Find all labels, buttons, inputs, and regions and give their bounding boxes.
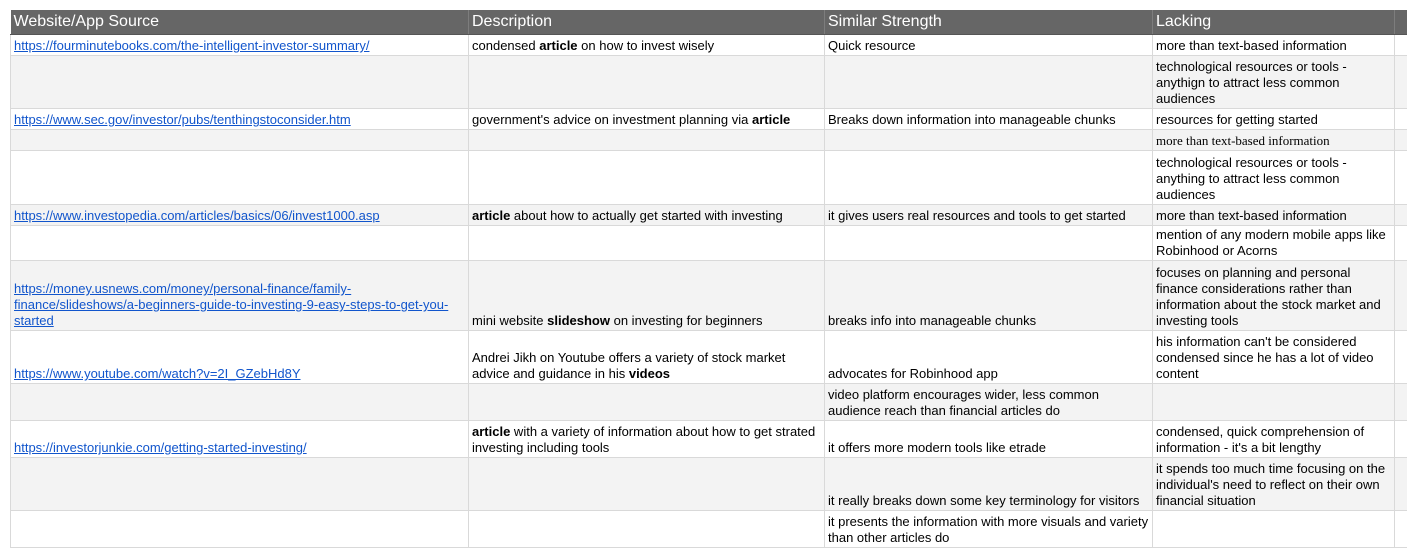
source-cell[interactable]: [10, 150, 469, 205]
source-cell[interactable]: [10, 457, 469, 511]
source-link[interactable]: https://investorjunkie.com/getting-start…: [14, 440, 307, 455]
description-cell[interactable]: article with a variety of information ab…: [468, 420, 825, 458]
table-row: https://fourminutebooks.com/the-intellig…: [10, 34, 1407, 56]
strength-cell[interactable]: it gives users real resources and tools …: [824, 204, 1153, 226]
strength-cell[interactable]: [824, 225, 1153, 261]
source-cell[interactable]: https://www.sec.gov/investor/pubs/tenthi…: [10, 108, 469, 130]
description-bold: videos: [628, 366, 671, 381]
extra-cell[interactable]: [1394, 260, 1407, 331]
strength-cell[interactable]: Quick resource: [824, 34, 1153, 56]
source-cell[interactable]: https://www.investopedia.com/articles/ba…: [10, 204, 469, 226]
table-row: technological resources or tools - anyth…: [10, 55, 1407, 109]
source-cell[interactable]: [10, 55, 469, 109]
description-bold: article: [472, 208, 511, 223]
extra-cell[interactable]: [1394, 457, 1407, 511]
description-cell[interactable]: condensed article on how to invest wisel…: [468, 34, 825, 56]
table-row: https://www.sec.gov/investor/pubs/tenthi…: [10, 108, 1407, 130]
description-cell[interactable]: [468, 129, 825, 151]
strength-cell[interactable]: [824, 129, 1153, 151]
table-row: it presents the information with more vi…: [10, 510, 1407, 548]
strength-cell[interactable]: it presents the information with more vi…: [824, 510, 1153, 548]
source-cell[interactable]: [10, 383, 469, 421]
table-row: https://money.usnews.com/money/personal-…: [10, 260, 1407, 331]
table-row: https://www.youtube.com/watch?v=2I_GZebH…: [10, 330, 1407, 384]
table-row: https://investorjunkie.com/getting-start…: [10, 420, 1407, 458]
source-link[interactable]: https://fourminutebooks.com/the-intellig…: [14, 38, 369, 53]
header-extra[interactable]: [1394, 10, 1407, 35]
source-cell[interactable]: https://fourminutebooks.com/the-intellig…: [10, 34, 469, 56]
sources-table: Website/App Source Description Similar S…: [10, 10, 1407, 548]
extra-cell[interactable]: [1394, 34, 1407, 56]
header-source[interactable]: Website/App Source: [10, 10, 469, 35]
source-cell[interactable]: https://money.usnews.com/money/personal-…: [10, 260, 469, 331]
table-row: video platform encourages wider, less co…: [10, 383, 1407, 421]
description-cell[interactable]: mini website slideshow on investing for …: [468, 260, 825, 331]
header-description[interactable]: Description: [468, 10, 825, 35]
extra-cell[interactable]: [1394, 129, 1407, 151]
extra-cell[interactable]: [1394, 330, 1407, 384]
description-cell[interactable]: Andrei Jikh on Youtube offers a variety …: [468, 330, 825, 384]
description-cell[interactable]: [468, 383, 825, 421]
lacking-cell[interactable]: more than text-based information: [1152, 34, 1395, 56]
strength-cell[interactable]: Breaks down information into manageable …: [824, 108, 1153, 130]
source-link[interactable]: https://money.usnews.com/money/personal-…: [14, 281, 448, 328]
source-link[interactable]: https://www.investopedia.com/articles/ba…: [14, 208, 380, 223]
source-cell[interactable]: [10, 129, 469, 151]
lacking-cell[interactable]: technological resources or tools - anyth…: [1152, 55, 1395, 109]
strength-cell[interactable]: video platform encourages wider, less co…: [824, 383, 1153, 421]
description-cell[interactable]: [468, 225, 825, 261]
description-bold: article: [539, 38, 578, 53]
description-bold: article: [751, 112, 791, 127]
description-cell[interactable]: government's advice on investment planni…: [468, 108, 825, 130]
description-bold: article: [472, 424, 511, 439]
table-row: more than text-based information: [10, 129, 1407, 151]
strength-cell[interactable]: [824, 150, 1153, 205]
table-row: it really breaks down some key terminolo…: [10, 457, 1407, 511]
description-cell[interactable]: [468, 150, 825, 205]
extra-cell[interactable]: [1394, 108, 1407, 130]
extra-cell[interactable]: [1394, 420, 1407, 458]
lacking-cell[interactable]: technological resources or tools - anyth…: [1152, 150, 1395, 205]
lacking-cell[interactable]: his information can't be considered cond…: [1152, 330, 1395, 384]
description-bold: slideshow: [547, 313, 610, 328]
lacking-cell[interactable]: [1152, 383, 1395, 421]
table-row: technological resources or tools - anyth…: [10, 150, 1407, 205]
lacking-cell[interactable]: resources for getting started: [1152, 108, 1395, 130]
extra-cell[interactable]: [1394, 204, 1407, 226]
extra-cell[interactable]: [1394, 150, 1407, 205]
strength-cell[interactable]: [824, 55, 1153, 109]
extra-cell[interactable]: [1394, 225, 1407, 261]
lacking-cell[interactable]: mention of any modern mobile apps like R…: [1152, 225, 1395, 261]
description-cell[interactable]: [468, 457, 825, 511]
description-cell[interactable]: article about how to actually get starte…: [468, 204, 825, 226]
strength-cell[interactable]: advocates for Robinhood app: [824, 330, 1153, 384]
strength-cell[interactable]: breaks info into manageable chunks: [824, 260, 1153, 331]
lacking-cell[interactable]: more than text-based information: [1152, 204, 1395, 226]
header-lacking[interactable]: Lacking: [1152, 10, 1395, 35]
lacking-cell[interactable]: condensed, quick comprehension of inform…: [1152, 420, 1395, 458]
source-cell[interactable]: https://www.youtube.com/watch?v=2I_GZebH…: [10, 330, 469, 384]
strength-cell[interactable]: it really breaks down some key terminolo…: [824, 457, 1153, 511]
description-cell[interactable]: [468, 510, 825, 548]
extra-cell[interactable]: [1394, 55, 1407, 109]
lacking-cell[interactable]: more than text-based information: [1152, 129, 1395, 151]
extra-cell[interactable]: [1394, 510, 1407, 548]
source-cell[interactable]: [10, 510, 469, 548]
source-link[interactable]: https://www.youtube.com/watch?v=2I_GZebH…: [14, 366, 301, 381]
header-strength[interactable]: Similar Strength: [824, 10, 1153, 35]
extra-cell[interactable]: [1394, 383, 1407, 421]
spreadsheet-grid: Website/App Source Description Similar S…: [10, 10, 1407, 548]
strength-cell[interactable]: it offers more modern tools like etrade: [824, 420, 1153, 458]
table-row: mention of any modern mobile apps like R…: [10, 225, 1407, 261]
header-row: Website/App Source Description Similar S…: [10, 10, 1407, 35]
source-cell[interactable]: [10, 225, 469, 261]
lacking-cell[interactable]: it spends too much time focusing on the …: [1152, 457, 1395, 511]
lacking-cell[interactable]: focuses on planning and personal finance…: [1152, 260, 1395, 331]
source-cell[interactable]: https://investorjunkie.com/getting-start…: [10, 420, 469, 458]
table-row: https://www.investopedia.com/articles/ba…: [10, 204, 1407, 226]
source-link[interactable]: https://www.sec.gov/investor/pubs/tenthi…: [14, 112, 351, 127]
description-cell[interactable]: [468, 55, 825, 109]
lacking-cell[interactable]: [1152, 510, 1395, 548]
